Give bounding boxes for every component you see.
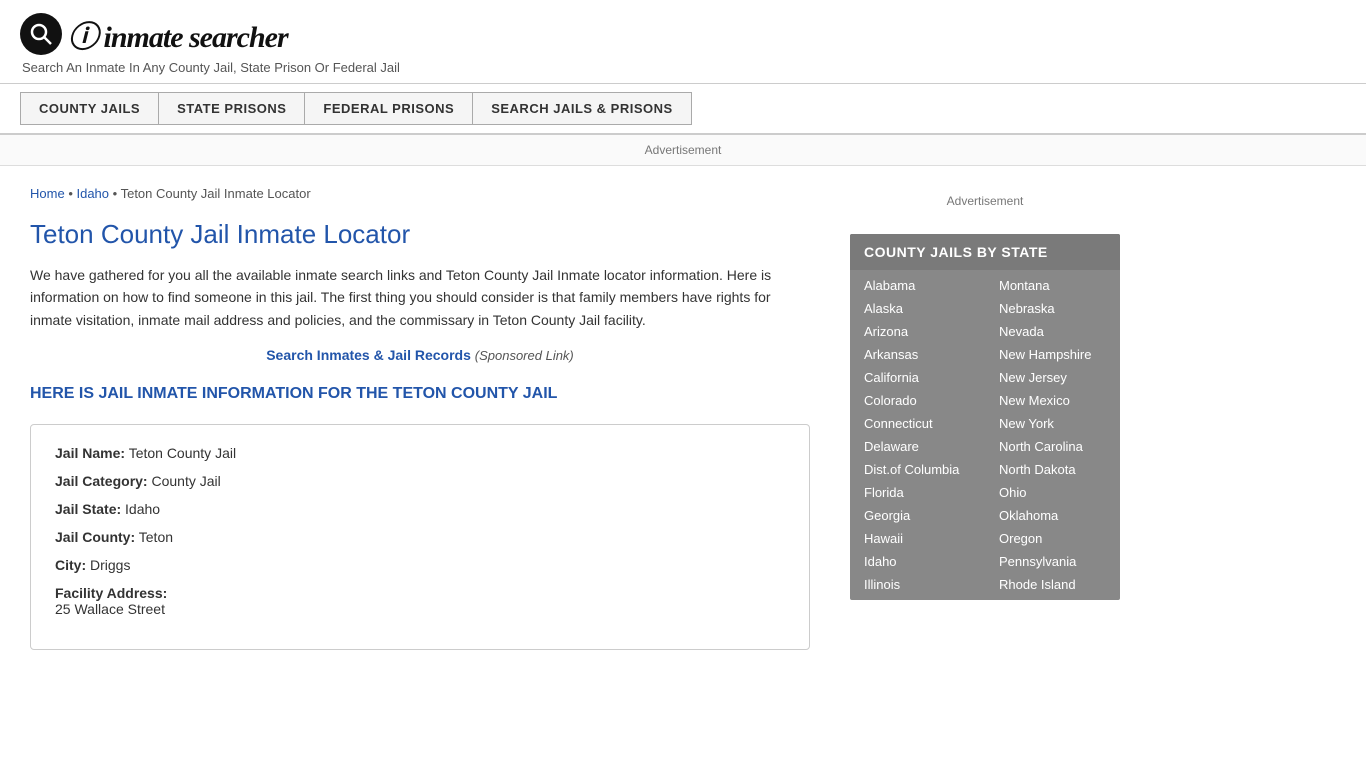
state-item-montana[interactable]: Montana xyxy=(985,274,1120,297)
states-col1: Alabama Alaska Arizona Arkansas Californ… xyxy=(850,274,985,596)
state-item-arizona[interactable]: Arizona xyxy=(850,320,985,343)
state-item-oregon[interactable]: Oregon xyxy=(985,527,1120,550)
state-item-connecticut[interactable]: Connecticut xyxy=(850,412,985,435)
state-item-nebraska[interactable]: Nebraska xyxy=(985,297,1120,320)
logo-icon xyxy=(20,13,62,55)
breadcrumb-current: Teton County Jail Inmate Locator xyxy=(121,186,311,201)
nav-county-jails[interactable]: COUNTY JAILS xyxy=(20,92,158,125)
ad-banner-top: Advertisement xyxy=(0,135,1366,166)
page-description: We have gathered for you all the availab… xyxy=(30,264,810,331)
sponsored-label: (Sponsored Link) xyxy=(475,348,574,363)
state-list-grid: Alabama Alaska Arizona Arkansas Californ… xyxy=(850,270,1120,600)
nav-search-jails[interactable]: SEARCH JAILS & PRISONS xyxy=(472,92,691,125)
logo-area: ⓘ inmate searcher xyxy=(20,12,1346,56)
state-item-dist-columbia[interactable]: Dist.of Columbia xyxy=(850,458,985,481)
breadcrumb: Home • Idaho • Teton County Jail Inmate … xyxy=(30,186,810,201)
info-jail-name: Jail Name: Teton County Jail xyxy=(55,445,785,461)
info-label-city: City: xyxy=(55,557,86,573)
state-item-nevada[interactable]: Nevada xyxy=(985,320,1120,343)
ad-sidebar: Advertisement xyxy=(850,186,1120,216)
state-item-california[interactable]: California xyxy=(850,366,985,389)
header: ⓘ inmate searcher Search An Inmate In An… xyxy=(0,0,1366,84)
breadcrumb-separator2: • xyxy=(113,186,121,201)
state-item-ohio[interactable]: Ohio xyxy=(985,481,1120,504)
state-item-arkansas[interactable]: Arkansas xyxy=(850,343,985,366)
state-item-new-jersey[interactable]: New Jersey xyxy=(985,366,1120,389)
state-item-georgia[interactable]: Georgia xyxy=(850,504,985,527)
main-content: Home • Idaho • Teton County Jail Inmate … xyxy=(0,166,840,690)
state-item-new-mexico[interactable]: New Mexico xyxy=(985,389,1120,412)
state-item-idaho[interactable]: Idaho xyxy=(850,550,985,573)
info-box: Jail Name: Teton County Jail Jail Catego… xyxy=(30,424,810,650)
info-label-address: Facility Address: xyxy=(55,585,785,601)
site-logo[interactable]: ⓘ inmate searcher xyxy=(68,12,288,56)
state-item-illinois[interactable]: Illinois xyxy=(850,573,985,596)
state-item-delaware[interactable]: Delaware xyxy=(850,435,985,458)
breadcrumb-home[interactable]: Home xyxy=(30,186,65,201)
nav-state-prisons[interactable]: STATE PRISONS xyxy=(158,92,304,125)
state-item-rhode-island[interactable]: Rhode Island xyxy=(985,573,1120,596)
state-item-new-hampshire[interactable]: New Hampshire xyxy=(985,343,1120,366)
info-label-category: Jail Category: xyxy=(55,473,148,489)
state-item-colorado[interactable]: Colorado xyxy=(850,389,985,412)
info-label-jail-name: Jail Name: xyxy=(55,445,125,461)
info-jail-county: Jail County: Teton xyxy=(55,529,785,545)
info-jail-state: Jail State: Idaho xyxy=(55,501,785,517)
sidebar: Advertisement COUNTY JAILS BY STATE Alab… xyxy=(840,166,1130,690)
state-item-new-york[interactable]: New York xyxy=(985,412,1120,435)
sponsored-link-area: Search Inmates & Jail Records (Sponsored… xyxy=(30,347,810,363)
state-item-north-dakota[interactable]: North Dakota xyxy=(985,458,1120,481)
site-tagline: Search An Inmate In Any County Jail, Sta… xyxy=(22,60,1346,75)
states-col2: Montana Nebraska Nevada New Hampshire Ne… xyxy=(985,274,1120,596)
info-label-state: Jail State: xyxy=(55,501,121,517)
breadcrumb-state[interactable]: Idaho xyxy=(76,186,109,201)
state-list-title: COUNTY JAILS BY STATE xyxy=(850,234,1120,270)
logo-text-content: inmate searcher xyxy=(104,21,288,54)
navigation: COUNTY JAILS STATE PRISONS FEDERAL PRISO… xyxy=(0,84,1366,135)
info-facility-address: Facility Address: 25 Wallace Street xyxy=(55,585,785,617)
state-item-florida[interactable]: Florida xyxy=(850,481,985,504)
info-jail-city: City: Driggs xyxy=(55,557,785,573)
state-item-hawaii[interactable]: Hawaii xyxy=(850,527,985,550)
state-item-alaska[interactable]: Alaska xyxy=(850,297,985,320)
state-item-pennsylvania[interactable]: Pennsylvania xyxy=(985,550,1120,573)
state-item-alabama[interactable]: Alabama xyxy=(850,274,985,297)
page-title: Teton County Jail Inmate Locator xyxy=(30,219,810,250)
info-label-county: Jail County: xyxy=(55,529,135,545)
main-layout: Home • Idaho • Teton County Jail Inmate … xyxy=(0,166,1366,690)
state-item-oklahoma[interactable]: Oklahoma xyxy=(985,504,1120,527)
section-heading: HERE IS JAIL INMATE INFORMATION FOR THE … xyxy=(30,383,810,405)
state-list-box: COUNTY JAILS BY STATE Alabama Alaska Ari… xyxy=(850,234,1120,600)
info-value-address: 25 Wallace Street xyxy=(55,601,785,617)
nav-federal-prisons[interactable]: FEDERAL PRISONS xyxy=(304,92,472,125)
state-item-north-carolina[interactable]: North Carolina xyxy=(985,435,1120,458)
info-jail-category: Jail Category: County Jail xyxy=(55,473,785,489)
sponsored-link[interactable]: Search Inmates & Jail Records xyxy=(266,347,471,363)
